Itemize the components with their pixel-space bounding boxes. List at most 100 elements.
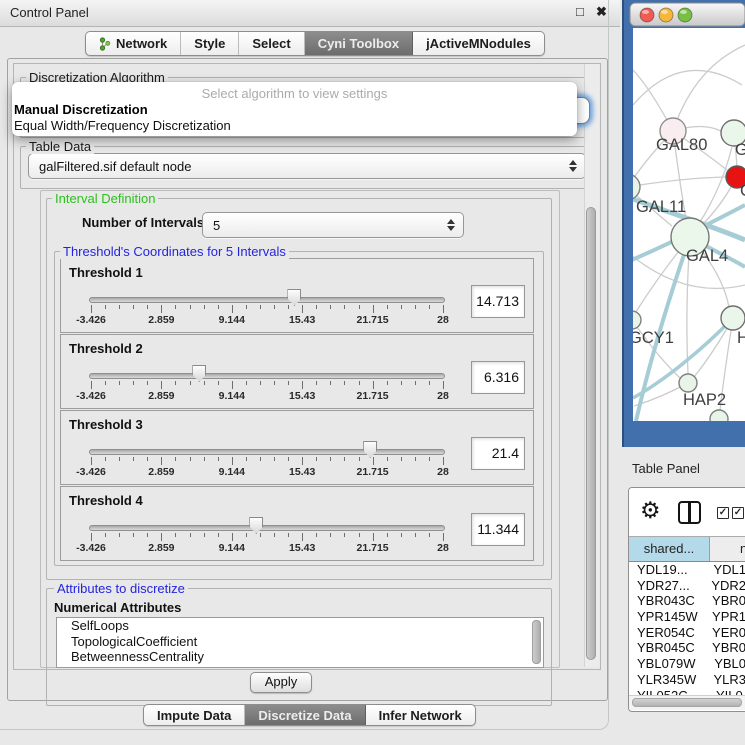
node-label: GCY1 [629,329,674,347]
threshold-panel-4: Threshold 4-3.4262.8599.14415.4321.71528… [60,486,534,561]
top-tab-bar: Network Style Select Cyni Toolbox jActiveMNo… [85,31,545,56]
list-item[interactable]: SelfLoops [57,618,543,634]
tab-label: Cyni Toolbox [318,36,399,51]
cell-shared-name: YIL052C [629,688,709,696]
network-icon [99,37,111,51]
list-item[interactable]: TopologicalCoefficient [57,634,543,650]
tick-mark [330,305,331,309]
tick-mark [218,305,219,309]
float-window-icon[interactable]: □ [576,4,584,19]
tab-discretize-data[interactable]: Discretize Data [245,705,365,725]
tick-mark [218,381,219,385]
dropdown-option-equal-width[interactable]: Equal Width/Frequency Discretization [14,118,231,133]
table-row[interactable]: YDL19...YDL1 [629,562,745,578]
checkbox-icon[interactable]: ✓ [732,507,744,519]
numerical-attributes-label: Numerical Attributes [54,600,181,615]
slider-track[interactable] [89,373,445,379]
tick-mark [359,533,360,537]
slider-thumb[interactable] [287,289,301,306]
threshold-value-field[interactable]: 11.344 [471,513,525,546]
table-data-combo-value: galFiltered.sif default node [29,159,568,174]
slider-track[interactable] [89,297,445,303]
network-node-hap2[interactable] [679,374,697,392]
apply-button[interactable]: Apply [250,672,312,693]
scrollbar-thumb[interactable] [586,207,596,660]
tick-mark [175,457,176,461]
threshold-value-field[interactable]: 6.316 [471,361,525,394]
threshold-value-field[interactable]: 21.4 [471,437,525,470]
tick-mark [119,381,120,385]
tab-select[interactable]: Select [239,32,304,55]
cell-name: YIL0 [709,688,743,696]
tick-mark [246,305,247,309]
dropdown-option-manual[interactable]: Manual Discretization [14,102,148,117]
split-panel-icon[interactable] [678,501,701,524]
tick-mark [316,381,317,385]
tick-mark [443,381,444,389]
slider-thumb[interactable] [363,441,377,458]
threshold-panel-3: Threshold 3-3.4262.8599.14415.4321.71528… [60,410,534,485]
list-scrollbar[interactable] [532,620,541,664]
number-of-intervals-combo[interactable]: 5 [202,212,464,238]
tab-label: Style [194,36,225,51]
threshold-value-field[interactable]: 14.713 [471,285,525,318]
close-light-icon[interactable] [640,8,654,22]
column-header-name[interactable]: n [710,537,745,561]
gear-icon[interactable]: ⚙ [640,497,661,524]
node-label: GAL11 [636,198,686,216]
network-view-window[interactable]: GAL80GACGAL11GAL4GCY1HHAP2 [622,0,745,447]
network-node-h-clipped[interactable] [721,306,745,330]
table-header: shared... n [629,537,745,562]
tick-label: 28 [413,314,473,326]
tab-infer-network[interactable]: Infer Network [366,705,475,725]
checkbox-icon[interactable]: ✓ [717,507,729,519]
tab-network[interactable]: Network [86,32,181,55]
minimize-light-icon[interactable] [659,8,673,22]
tick-mark [260,305,261,309]
tick-mark [274,381,275,385]
tab-label: Infer Network [379,708,462,723]
tick-mark [330,381,331,385]
table-row[interactable]: YBR043CYBR0 [629,593,745,609]
slider-track[interactable] [89,525,445,531]
discretization-algorithm-title: Discretization Algorithm [26,70,168,82]
table-row[interactable]: YLR345WYLR3 [629,672,745,688]
cell-name: YBR0 [705,640,745,656]
tick-mark [119,533,120,537]
tab-cyni-toolbox[interactable]: Cyni Toolbox [305,32,413,55]
table-row[interactable]: YER054CYER0 [629,625,745,641]
tab-style[interactable]: Style [181,32,239,55]
column-header-shared[interactable]: shared... [629,537,710,561]
horizontal-scrollbar-thumb[interactable] [632,698,742,707]
numerical-attributes-list[interactable]: SelfLoopsTopologicalCoefficientBetweenne… [56,617,544,668]
slider-track[interactable] [89,449,445,455]
tick-mark [344,457,345,461]
tab-jactivemnodules[interactable]: jActiveMNodules [413,32,544,55]
tick-mark [190,457,191,461]
table-row[interactable]: YBR045CYBR0 [629,640,745,656]
tick-mark [91,533,92,541]
table-row[interactable]: YPR145WYPR1 [629,609,745,625]
dropdown-prompt-item[interactable]: Select algorithm to view settings [12,86,577,101]
table-row[interactable]: YDR27...YDR2 [629,578,745,594]
table-row[interactable]: YIL052CYIL0 [629,688,745,696]
table-row[interactable]: YBL079WYBL0 [629,656,745,672]
tick-mark [274,457,275,461]
zoom-light-icon[interactable] [678,8,692,22]
table-data-combo[interactable]: galFiltered.sif default node [28,153,586,179]
tick-mark [387,305,388,309]
tick-mark [105,381,106,385]
table-rows: YDL19...YDL1YDR27...YDR2YBR043CYBR0YPR14… [629,562,745,695]
close-icon[interactable]: ✖ [596,4,607,20]
threshold-value: 6.316 [484,369,519,385]
list-item[interactable]: BetweennessCentrality [57,649,543,665]
horizontal-scrollbar[interactable] [629,695,745,710]
slider-thumb[interactable] [249,517,263,534]
slider-thumb[interactable] [192,365,206,382]
tick-mark [190,533,191,537]
tick-mark [133,305,134,309]
tick-mark [161,533,162,541]
threshold-label: Threshold 3 [69,417,143,432]
control-panel-titlebar: Control Panel □ ✖ [0,0,620,27]
tab-impute-data[interactable]: Impute Data [144,705,245,725]
